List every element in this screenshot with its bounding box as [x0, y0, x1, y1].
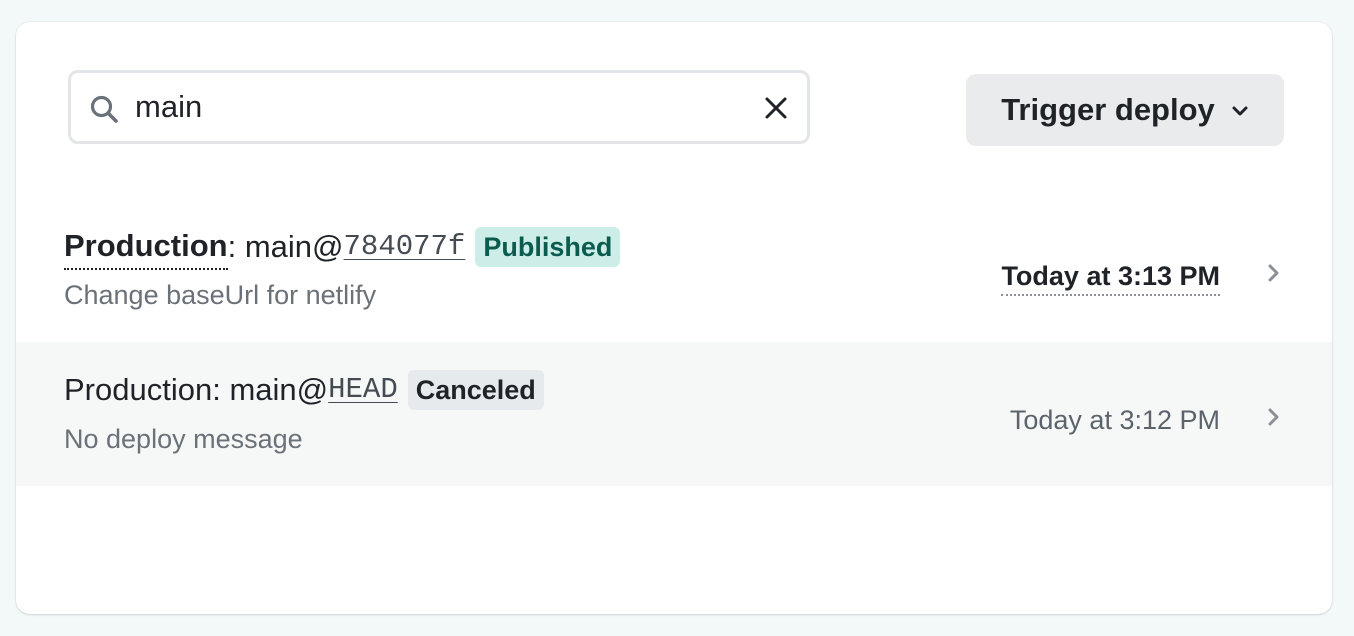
chevron-right-icon	[1268, 264, 1279, 282]
chevron-down-icon	[1232, 106, 1248, 116]
deploy-message: Change baseUrl for netlify	[64, 280, 377, 310]
deploy-branch: main@	[229, 372, 329, 407]
trigger-deploy-label: Trigger deploy	[1001, 92, 1215, 127]
commit-ref-link[interactable]: 784077f	[344, 225, 466, 269]
deploy-context: Production	[64, 224, 228, 270]
deploy-time: Today at 3:13 PM	[1001, 258, 1220, 296]
close-icon[interactable]	[763, 95, 789, 121]
deploy-title: Production: main@ 784077f Published	[64, 224, 621, 270]
search-icon	[90, 95, 118, 123]
deploy-separator: :	[227, 229, 245, 264]
status-badge: Published	[475, 227, 621, 267]
deploy-row[interactable]: Production: main@ HEAD Canceled No deploy …	[16, 342, 1332, 486]
deploy-context: Production	[64, 372, 213, 407]
search-input[interactable]	[135, 83, 735, 131]
deploy-branch: main@	[244, 229, 344, 264]
deploy-separator: :	[212, 372, 230, 407]
search-box[interactable]	[68, 70, 810, 144]
trigger-deploy-button[interactable]: Trigger deploy	[966, 74, 1284, 146]
deploys-card: Trigger deploy Production: main@784077fP…	[16, 22, 1332, 614]
deploy-title: Production: main@ HEAD Canceled	[64, 368, 544, 412]
status-badge: Canceled	[407, 370, 544, 410]
deploy-message: No deploy message	[64, 424, 303, 454]
commit-ref-link[interactable]: HEAD	[328, 368, 398, 412]
chevron-right-icon	[1268, 408, 1279, 426]
deploy-row[interactable]: Production: main@ 784077f Published Change…	[16, 198, 1332, 342]
deploy-time: Today at 3:12 PM	[1009, 405, 1220, 435]
